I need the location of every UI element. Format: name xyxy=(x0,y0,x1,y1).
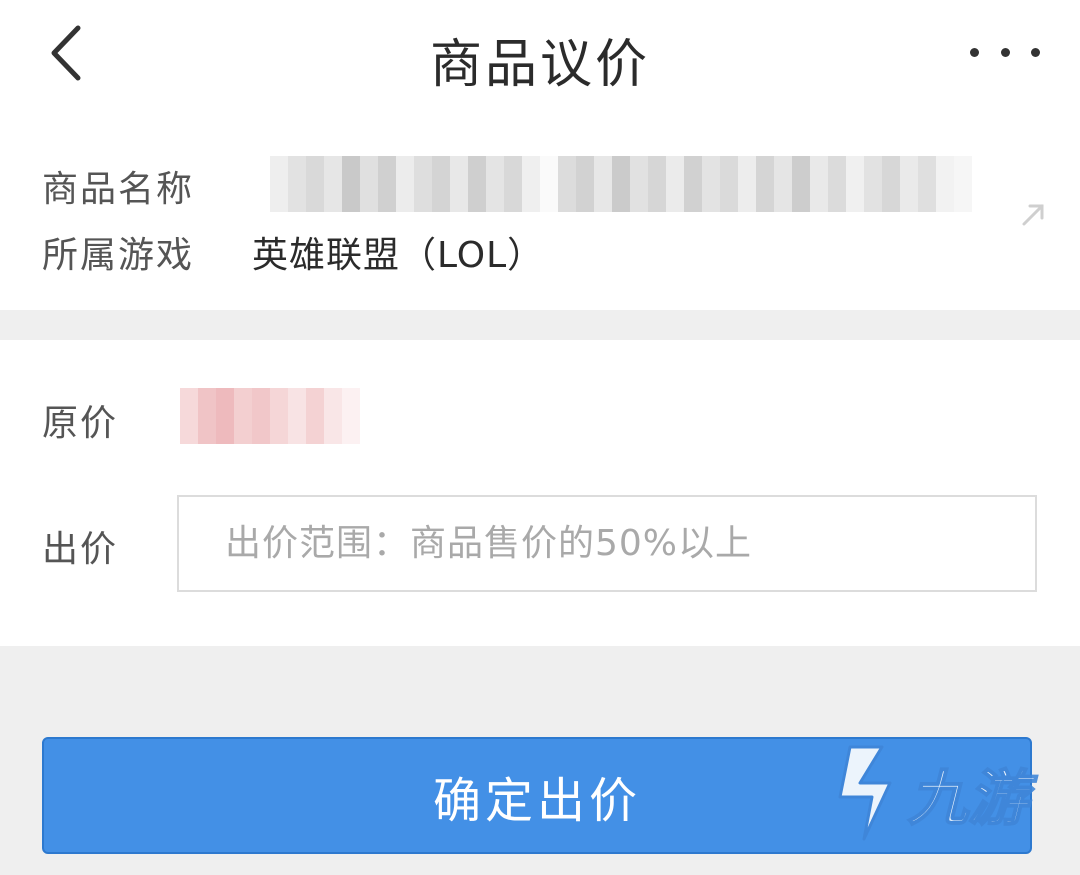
product-name-redacted xyxy=(270,156,972,212)
more-dot-icon xyxy=(970,47,979,57)
page-title: 商品议价 xyxy=(429,35,650,95)
more-dot-icon xyxy=(1000,47,1010,57)
offer-price-input[interactable] xyxy=(177,495,1037,592)
more-dot-icon xyxy=(1031,47,1040,57)
price-card: 原价 出价 xyxy=(0,340,1080,646)
product-name-label: 商品名称 xyxy=(42,169,195,210)
original-price-label: 原价 xyxy=(42,403,119,444)
original-price-redacted xyxy=(180,388,360,444)
offer-label: 出价 xyxy=(42,529,119,570)
product-info-card[interactable]: 商品名称 所属游戏 英雄联盟（LOL） xyxy=(0,120,1080,310)
confirm-offer-button[interactable]: 确定出价 xyxy=(42,737,1032,854)
game-label: 所属游戏 xyxy=(42,235,195,276)
game-value: 英雄联盟（LOL） xyxy=(252,235,545,276)
app-header: 商品议价 xyxy=(0,0,1080,120)
arrow-up-right-icon xyxy=(1022,204,1044,226)
more-options-button[interactable] xyxy=(970,30,1040,74)
